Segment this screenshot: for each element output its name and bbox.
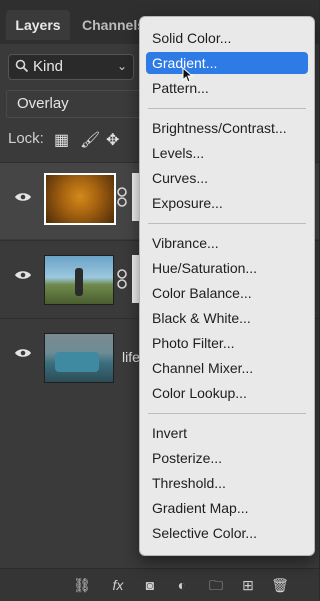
tab-layers[interactable]: Layers [6,10,70,40]
lock-label: Lock: [8,130,44,147]
visibility-eye-icon[interactable] [14,269,32,281]
adjustment-layer-icon[interactable]: ◐ [172,575,192,595]
search-icon [15,59,29,73]
person-silhouette [75,268,83,296]
menu-separator [148,413,306,414]
layer-thumbnail-texture[interactable] [44,173,116,225]
lock-transparent-pixels-icon[interactable]: ▦ [54,130,69,150]
fx-icon[interactable]: fx [108,575,128,595]
menu-item-curves[interactable]: Curves... [146,167,308,189]
menu-item-threshold[interactable]: Threshold... [146,472,308,494]
new-group-folder-icon[interactable]: 🗀 [206,575,226,595]
layers-bottom-toolbar: ⛓ fx ◙ ◐ 🗀 ⊞ 🗑 [0,568,319,601]
add-mask-icon[interactable]: ◙ [140,575,160,595]
delete-layer-trash-icon[interactable]: 🗑 [270,575,290,595]
menu-item-color-lookup[interactable]: Color Lookup... [146,382,308,404]
blend-mode-dropdown[interactable]: Overlay [6,90,158,118]
lock-position-move-icon[interactable]: ✥ [106,130,119,150]
menu-item-gradient[interactable]: Gradient... [146,52,308,74]
menu-item-brightness-contrast[interactable]: Brightness/Contrast... [146,117,308,139]
menu-separator [148,223,306,224]
chevron-down-icon: ⌄ [116,59,127,73]
menu-item-color-balance[interactable]: Color Balance... [146,282,308,304]
layer-thumbnail-van[interactable] [44,333,114,383]
menu-item-gradient-map[interactable]: Gradient Map... [146,497,308,519]
kind-filter-dropdown[interactable]: Kind ⌄ [8,54,134,80]
lock-icons: ▦ 🖌 ✥ [54,130,144,150]
menu-item-levels[interactable]: Levels... [146,142,308,164]
link-layers-icon[interactable]: ⛓ [72,575,92,595]
visibility-eye-icon[interactable] [14,191,32,203]
menu-item-photo-filter[interactable]: Photo Filter... [146,332,308,354]
new-layer-icon[interactable]: ⊞ [238,575,258,595]
menu-item-channel-mixer[interactable]: Channel Mixer... [146,357,308,379]
menu-item-hue-saturation[interactable]: Hue/Saturation... [146,257,308,279]
adjustment-layer-menu: Solid Color... Gradient... Pattern... Br… [139,16,315,556]
menu-separator [148,108,306,109]
menu-item-selective-color[interactable]: Selective Color... [146,522,308,544]
van-shape [55,352,99,372]
menu-item-posterize[interactable]: Posterize... [146,447,308,469]
menu-item-solid-color[interactable]: Solid Color... [146,27,308,49]
menu-item-invert[interactable]: Invert [146,422,308,444]
link-chain-icon[interactable] [116,269,128,289]
kind-filter-label: Kind [33,58,64,75]
menu-item-vibrance[interactable]: Vibrance... [146,232,308,254]
tab-channels[interactable]: Channels [82,10,145,40]
mouse-cursor-icon [182,67,194,83]
visibility-eye-icon[interactable] [14,347,32,359]
blend-mode-value: Overlay [17,95,69,112]
menu-item-black-white[interactable]: Black & White... [146,307,308,329]
lock-image-pixels-brush-icon[interactable]: 🖌 [80,130,100,150]
link-chain-icon[interactable] [116,187,128,207]
menu-item-pattern[interactable]: Pattern... [146,77,308,99]
menu-item-exposure[interactable]: Exposure... [146,192,308,214]
layer-name[interactable]: life [122,349,140,365]
layer-thumbnail-person[interactable] [44,255,114,305]
